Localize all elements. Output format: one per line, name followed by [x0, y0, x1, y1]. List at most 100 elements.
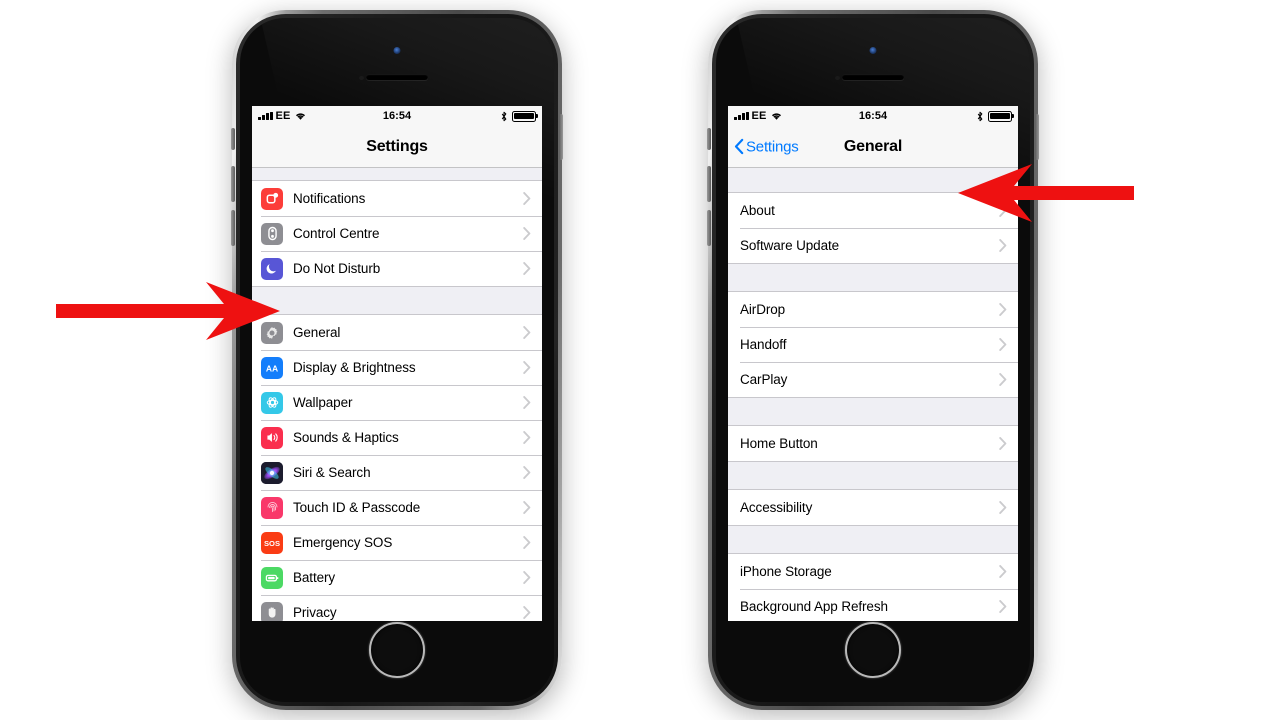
sidebar-item-label: Home Button: [740, 436, 818, 451]
general-group-4: Accessibility: [728, 489, 1018, 526]
sidebar-item-label: Touch ID & Passcode: [293, 500, 421, 515]
chevron-right-icon: [523, 262, 531, 275]
chevron-right-icon: [999, 373, 1007, 386]
sidebar-item-label: AirDrop: [740, 302, 786, 317]
home-button[interactable]: [845, 622, 901, 678]
arrow-pointing-to-about: [958, 164, 1134, 222]
chevron-right-icon: [523, 466, 531, 479]
do-not-disturb-icon: [261, 257, 283, 280]
sidebar-item-notifications[interactable]: Notifications: [252, 181, 542, 216]
sidebar-item-home-button[interactable]: Home Button: [728, 426, 1018, 461]
sounds-haptics-icon: [261, 426, 283, 449]
chevron-right-icon: [523, 571, 531, 584]
power-button[interactable]: [559, 114, 563, 160]
sidebar-item-display-brightness[interactable]: AA Display & Brightness: [252, 350, 542, 385]
chevron-right-icon: [523, 361, 531, 374]
front-camera-icon: [869, 47, 877, 54]
sidebar-item-general[interactable]: General: [252, 315, 542, 350]
general-list[interactable]: About Software Update AirDrop Handoff Ca…: [728, 168, 1018, 621]
display-brightness-icon: AA: [261, 356, 283, 379]
volume-up-button[interactable]: [231, 166, 235, 202]
phone-glass: EE 16:54: [716, 18, 1030, 702]
battery-full-icon: [512, 110, 536, 122]
proximity-sensor-icon: [835, 76, 841, 80]
sidebar-item-iphone-storage[interactable]: iPhone Storage: [728, 554, 1018, 589]
chevron-right-icon: [999, 437, 1007, 450]
sidebar-item-siri-search[interactable]: Siri & Search: [252, 455, 542, 490]
page-title: Settings: [366, 137, 428, 155]
chevron-right-icon: [523, 396, 531, 409]
sidebar-item-do-not-disturb[interactable]: Do Not Disturb: [252, 251, 542, 286]
sidebar-item-control-centre[interactable]: Control Centre: [252, 216, 542, 251]
sidebar-item-label: Siri & Search: [293, 465, 371, 480]
status-bar: EE 16:54: [252, 106, 542, 126]
sidebar-item-label: Do Not Disturb: [293, 261, 381, 276]
mute-switch[interactable]: [707, 128, 711, 150]
navigation-bar: Settings: [252, 126, 542, 168]
sidebar-item-background-app-refresh[interactable]: Background App Refresh: [728, 589, 1018, 621]
sidebar-item-handoff[interactable]: Handoff: [728, 327, 1018, 362]
sidebar-item-label: Notifications: [293, 191, 366, 206]
list-group-gap: [728, 398, 1018, 425]
sidebar-item-wallpaper[interactable]: Wallpaper: [252, 385, 542, 420]
sidebar-item-airdrop[interactable]: AirDrop: [728, 292, 1018, 327]
arrow-pointing-to-general: [56, 282, 280, 340]
settings-list[interactable]: Notifications Control Centre Do Not Dist…: [252, 168, 542, 621]
front-camera-icon: [393, 47, 401, 54]
status-bar: EE 16:54: [728, 106, 1018, 126]
chevron-right-icon: [999, 501, 1007, 514]
earpiece-speaker: [366, 74, 428, 80]
sidebar-item-label: Wallpaper: [293, 395, 353, 410]
settings-group-1: Notifications Control Centre Do Not Dist…: [252, 180, 542, 287]
settings-screen: EE 16:54 Settings Notifications Control …: [252, 106, 542, 621]
sidebar-item-battery[interactable]: Battery: [252, 560, 542, 595]
sidebar-item-privacy[interactable]: Privacy: [252, 595, 542, 621]
siri-search-icon: [261, 461, 283, 484]
privacy-hand-icon: [261, 601, 283, 621]
chevron-right-icon: [523, 431, 531, 444]
chevron-right-icon: [523, 501, 531, 514]
general-group-5: iPhone Storage Background App Refresh: [728, 553, 1018, 621]
svg-text:AA: AA: [266, 363, 278, 373]
sidebar-item-label: Privacy: [293, 605, 337, 620]
general-group-3: Home Button: [728, 425, 1018, 462]
clock-label: 16:54: [858, 110, 888, 122]
back-button[interactable]: Settings: [734, 138, 799, 155]
list-group-gap: [252, 287, 542, 314]
volume-down-button[interactable]: [231, 210, 235, 246]
sidebar-item-emergency-sos[interactable]: SOS Emergency SOS: [252, 525, 542, 560]
sidebar-item-label: Software Update: [740, 238, 840, 253]
mute-switch[interactable]: [231, 128, 235, 150]
sidebar-item-label: CarPlay: [740, 372, 788, 387]
touch-id-passcode-icon: [261, 496, 283, 519]
chevron-right-icon: [999, 338, 1007, 351]
emergency-sos-icon: SOS: [261, 531, 283, 554]
sidebar-item-touch-id-passcode[interactable]: Touch ID & Passcode: [252, 490, 542, 525]
sidebar-item-software-update[interactable]: Software Update: [728, 228, 1018, 263]
wallpaper-icon: [261, 391, 283, 414]
navigation-bar: Settings General: [728, 126, 1018, 168]
battery-full-icon: [988, 110, 1012, 122]
general-group-2: AirDrop Handoff CarPlay: [728, 291, 1018, 398]
sidebar-item-accessibility[interactable]: Accessibility: [728, 490, 1018, 525]
chevron-right-icon: [523, 192, 531, 205]
sidebar-item-carplay[interactable]: CarPlay: [728, 362, 1018, 397]
earpiece-speaker: [842, 74, 904, 80]
chevron-right-icon: [999, 600, 1007, 613]
sidebar-item-sounds-haptics[interactable]: Sounds & Haptics: [252, 420, 542, 455]
volume-down-button[interactable]: [707, 210, 711, 246]
list-group-gap: [728, 526, 1018, 553]
volume-up-button[interactable]: [707, 166, 711, 202]
chevron-right-icon: [523, 606, 531, 619]
power-button[interactable]: [1035, 114, 1039, 160]
home-button[interactable]: [369, 622, 425, 678]
chevron-right-icon: [999, 565, 1007, 578]
sidebar-item-label: Display & Brightness: [293, 360, 416, 375]
sidebar-item-label: Sounds & Haptics: [293, 430, 399, 445]
chevron-left-icon: [734, 138, 744, 155]
sidebar-item-label: iPhone Storage: [740, 564, 832, 579]
sidebar-item-label: General: [293, 325, 341, 340]
screenshot-stage: EE 16:54 Settings Notifications Control …: [0, 0, 1280, 720]
battery-settings-icon: [261, 566, 283, 589]
iphone-settings: EE 16:54 Settings Notifications Control …: [231, 10, 563, 710]
